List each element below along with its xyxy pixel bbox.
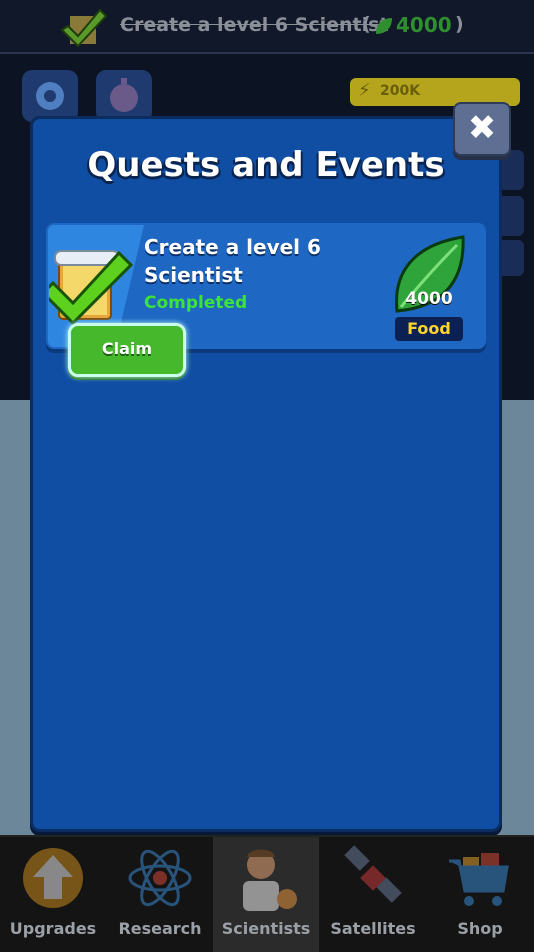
quest-card: Create a level 6 Scientist Completed Cla… [46,223,486,377]
quest-banner[interactable]: Create a level 6 Scientist ( 4000 ) [0,0,534,54]
gear-icon [36,82,64,110]
nav-upgrades[interactable]: Upgrades [0,837,106,952]
quest-complete-icon [49,250,134,325]
settings-button[interactable] [22,70,78,122]
nav-label: Scientists [221,919,311,938]
lightning-icon: ⚡ [358,80,371,101]
nav-label: Upgrades [9,919,97,938]
banner-reward-amount: 4000 [396,13,452,37]
nav-satellites[interactable]: Satellites [320,837,426,952]
nav-research[interactable]: Research [107,837,213,952]
quest-checkmark-icon [60,8,108,48]
banner-open-paren: ( [362,13,371,35]
upgrade-arrow-icon [23,848,83,908]
banner-quest-text: Create a level 6 Scientist [120,14,389,36]
nav-label: Research [118,919,202,938]
nav-shop[interactable]: Shop [427,837,533,952]
nav-label: Shop [457,919,503,938]
banner-close-paren: ) [455,13,464,35]
close-button[interactable]: ✖ [453,102,511,156]
nav-label: Satellites [330,919,416,938]
quest-status: Completed [144,293,248,313]
atom-icon [128,849,192,907]
stopwatch-icon [110,78,138,112]
shopping-cart-icon [449,853,509,906]
reward-label: Food [395,317,463,341]
close-icon: ✖ [467,108,497,148]
modal-title: Quests and Events [87,145,445,185]
bottom-nav: Upgrades Research Scientists Satellites [0,835,534,952]
satellite-icon [344,845,402,903]
quests-modal: Quests and Events Create a level 6 Scien… [30,116,502,832]
energy-value: 200K [380,83,421,99]
claim-button[interactable]: Claim [68,323,186,377]
timer-button[interactable] [96,70,152,122]
quest-reward: 4000 Food [391,233,467,341]
scientist-icon [243,849,297,911]
nav-scientists[interactable]: Scientists [213,837,319,952]
quest-title: Create a level 6 Scientist [144,235,321,287]
leaf-icon [376,18,392,34]
reward-amount: 4000 [405,289,453,309]
